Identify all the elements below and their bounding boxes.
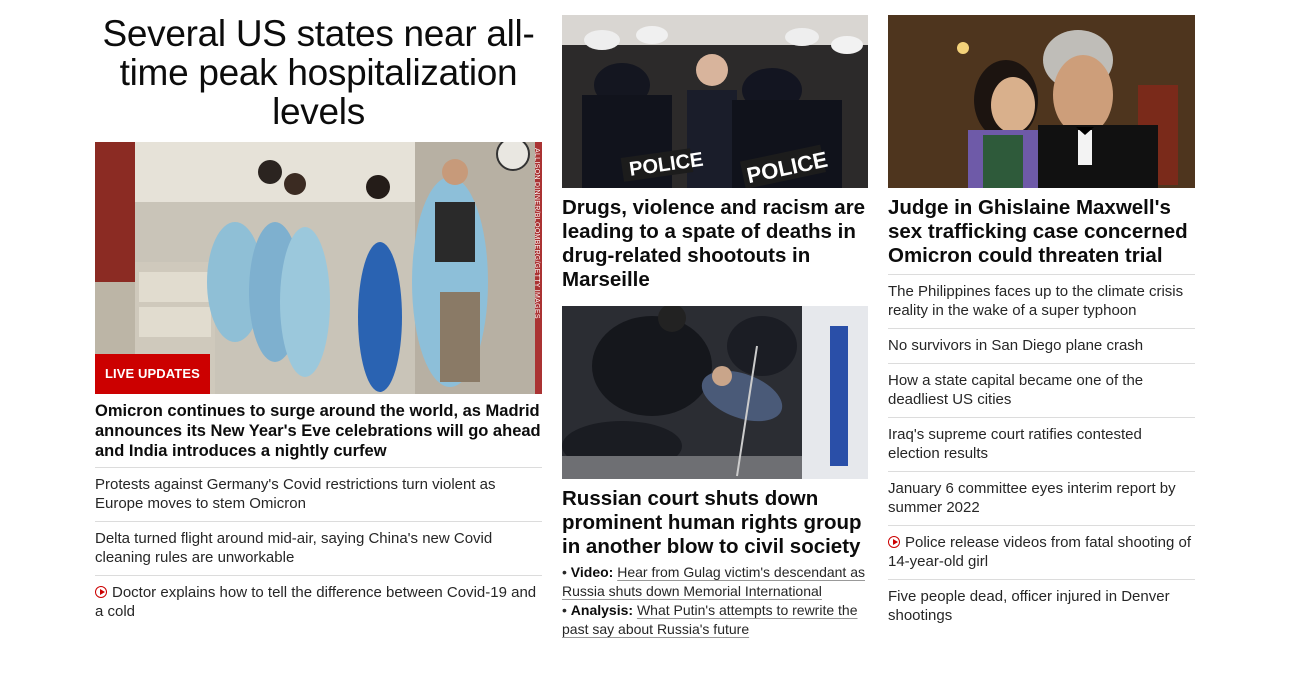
police-photo-image: POLICE POLICE — [562, 15, 868, 188]
list-item[interactable]: Police release videos from fatal shootin… — [888, 525, 1195, 579]
list-item-text[interactable]: How a state capital became one of the de… — [888, 372, 1143, 408]
list-item-text[interactable]: The Philippines faces up to the climate … — [888, 283, 1183, 319]
list-item[interactable]: Doctor explains how to tell the differen… — [95, 575, 542, 629]
list-item-text[interactable]: No survivors in San Diego plane crash — [888, 337, 1143, 354]
related-item: • Video: Hear from Gulag victim's descen… — [562, 564, 865, 599]
list-item[interactable]: Five people dead, officer injured in Den… — [888, 579, 1195, 633]
list-item-text[interactable]: Protests against Germany's Covid restric… — [95, 476, 496, 512]
list-item-text[interactable]: Delta turned flight around mid-air, sayi… — [95, 530, 492, 566]
video-play-icon — [888, 536, 900, 548]
maxwell-headline[interactable]: Judge in Ghislaine Maxwell's sex traffic… — [888, 196, 1198, 268]
list-item[interactable]: Protests against Germany's Covid restric… — [95, 467, 542, 521]
marseille-headline[interactable]: Drugs, violence and racism are leading t… — [562, 196, 872, 292]
col3-story-list: The Philippines faces up to the climate … — [888, 274, 1195, 633]
related-links: • Video: Hear from Gulag victim's descen… — [562, 563, 868, 639]
video-play-icon — [95, 586, 107, 598]
list-item[interactable]: No survivors in San Diego plane crash — [888, 328, 1195, 363]
col1-story-list: Protests against Germany's Covid restric… — [95, 467, 542, 629]
main-headline[interactable]: Several US states near all-time peak hos… — [95, 14, 542, 131]
russia-arrest-photo[interactable] — [562, 306, 868, 479]
list-item[interactable]: Delta turned flight around mid-air, sayi… — [95, 521, 542, 575]
russian-court-headline[interactable]: Russian court shuts down prominent human… — [562, 487, 872, 559]
maxwell-photo[interactable] — [888, 15, 1195, 188]
list-item-text[interactable]: Doctor explains how to tell the differen… — [95, 584, 536, 620]
russia-arrest-photo-image — [562, 306, 868, 479]
photo-credit: ALLISON DINNER/BLOOMBERG/GETTY IMAGES — [533, 148, 540, 319]
list-item-text[interactable]: Iraq's supreme court ratifies contested … — [888, 426, 1142, 462]
related-prefix: Video: — [570, 564, 614, 580]
live-updates-badge[interactable]: LIVE UPDATES — [95, 354, 210, 394]
omicron-lead-link[interactable]: Omicron continues to surge around the wo… — [95, 401, 542, 461]
maxwell-photo-image — [888, 15, 1195, 188]
list-item[interactable]: Iraq's supreme court ratifies contested … — [888, 417, 1195, 471]
list-item-text[interactable]: Five people dead, officer injured in Den… — [888, 588, 1170, 624]
related-item: • Analysis: What Putin's attempts to rew… — [562, 602, 858, 637]
related-prefix: Analysis: — [570, 602, 634, 618]
list-item[interactable]: January 6 committee eyes interim report … — [888, 471, 1195, 525]
police-photo[interactable]: POLICE POLICE — [562, 15, 868, 188]
list-item[interactable]: The Philippines faces up to the climate … — [888, 274, 1195, 328]
list-item-text[interactable]: Police release videos from fatal shootin… — [888, 534, 1191, 570]
list-item-text[interactable]: January 6 committee eyes interim report … — [888, 480, 1176, 516]
list-item[interactable]: How a state capital became one of the de… — [888, 363, 1195, 417]
hospital-photo[interactable]: ALLISON DINNER/BLOOMBERG/GETTY IMAGES LI… — [95, 142, 542, 394]
